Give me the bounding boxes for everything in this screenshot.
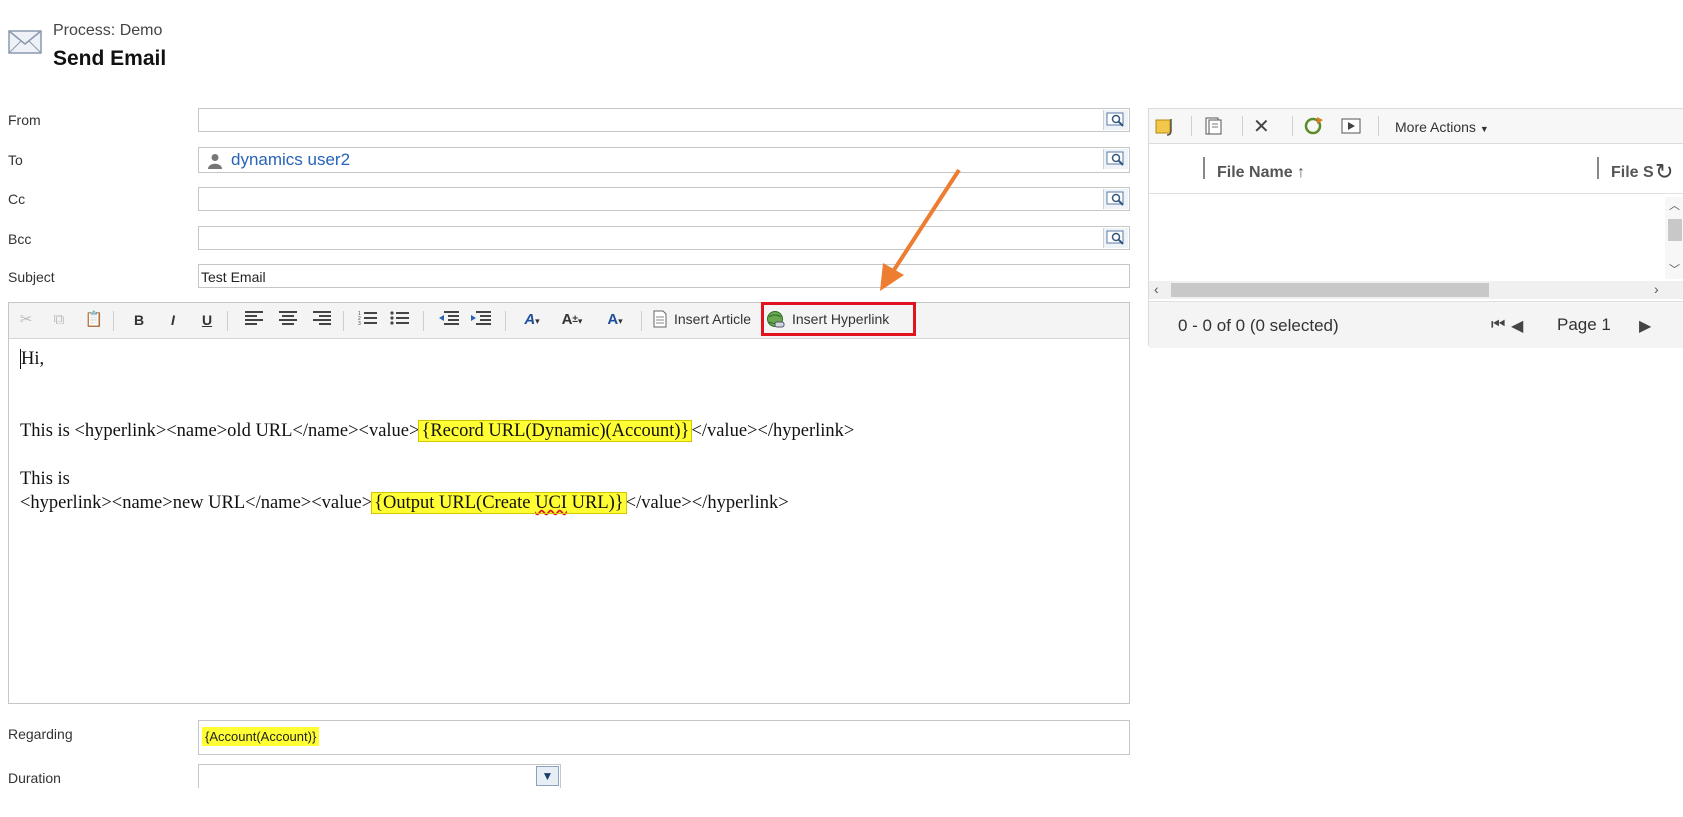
regarding-label: Regarding (8, 726, 73, 742)
from-lookup-icon[interactable] (1103, 110, 1128, 130)
horizontal-scrollbar[interactable]: ‹ › (1149, 281, 1683, 299)
scroll-down-icon: ﹀ (1669, 264, 1680, 276)
attachments-toolbar: ✕ More Actions ▼ (1149, 109, 1683, 144)
italic-button[interactable]: I (165, 310, 181, 330)
insert-hyperlink-callout-box (761, 302, 916, 336)
next-page-icon[interactable]: ▶ (1639, 316, 1651, 336)
increase-indent-icon[interactable] (469, 310, 493, 330)
duration-label: Duration (8, 770, 61, 786)
email-body-editor[interactable]: ✂ ⧉ 📋 B I U 123 A▾ A±▾ A▾ Insert Article… (8, 302, 1130, 704)
bullet-list-icon[interactable] (389, 310, 411, 330)
cc-label: Cc (8, 191, 26, 207)
to-lookup-icon[interactable] (1103, 149, 1128, 169)
output-url-placeholder[interactable]: {Output URL(Create UCI URL)} (371, 492, 627, 514)
process-label: Process: Demo (53, 22, 163, 39)
bcc-lookup-icon[interactable] (1103, 228, 1128, 248)
more-actions-button[interactable]: More Actions ▼ (1395, 119, 1489, 135)
delete-icon[interactable]: ✕ (1253, 114, 1270, 139)
duration-select[interactable]: ▼ (198, 764, 561, 788)
copy-icon[interactable]: ⧉ (49, 310, 69, 330)
align-center-icon[interactable] (277, 310, 299, 330)
cut-icon[interactable]: ✂ (17, 310, 35, 330)
refresh-icon[interactable]: ↻ (1655, 159, 1673, 185)
body-line-old-url: This is <hyperlink><name>old URL</name><… (20, 420, 855, 442)
body-line-this-is: This is (20, 469, 70, 489)
page-number: Page 1 (1557, 315, 1611, 334)
attachments-panel: ✕ More Actions ▼ File Name ↑ File S ↻ ︿ … (1148, 108, 1683, 348)
annotation-arrow (880, 168, 961, 291)
file-size-column-header[interactable]: File S (1611, 164, 1654, 182)
attach-article-icon[interactable] (1203, 116, 1223, 141)
font-color-icon[interactable]: A▾ (517, 310, 547, 330)
record-count: 0 - 0 of 0 (0 selected) (1178, 316, 1339, 335)
from-label: From (8, 112, 41, 128)
subject-value: Test Email (201, 269, 266, 285)
file-name-column-header[interactable]: File Name ↑ (1217, 164, 1305, 182)
run-icon[interactable] (1341, 116, 1361, 141)
from-field[interactable] (198, 108, 1130, 132)
scroll-right-icon: › (1654, 281, 1659, 297)
numbered-list-icon[interactable]: 123 (357, 310, 379, 330)
scroll-left-icon: ‹ (1154, 281, 1159, 297)
body-line-greeting: Hi, (20, 349, 45, 369)
attachments-footer: 0 - 0 of 0 (0 selected) ⏮ ◀ Page 1 ▶ (1149, 301, 1683, 348)
article-icon[interactable] (651, 310, 669, 330)
to-recipient-link[interactable]: dynamics user2 (231, 150, 350, 170)
page-title: Send Email (53, 47, 167, 70)
align-right-icon[interactable] (311, 310, 333, 330)
underline-button[interactable]: U (199, 310, 215, 330)
previous-page-icon[interactable]: ◀ (1511, 316, 1523, 336)
vertical-scrollbar[interactable]: ︿ ﹀ (1665, 197, 1683, 279)
scroll-up-icon: ︿ (1669, 200, 1680, 212)
to-label: To (8, 152, 23, 168)
subject-field[interactable]: Test Email (198, 264, 1130, 288)
align-left-icon[interactable] (243, 310, 265, 330)
subject-label: Subject (8, 269, 55, 285)
sort-ascending-icon: ↑ (1297, 164, 1306, 181)
regarding-field[interactable]: {Account(Account)} (198, 720, 1130, 755)
user-icon (208, 153, 222, 174)
bcc-label: Bcc (8, 231, 32, 247)
attach-file-icon[interactable] (1154, 116, 1178, 141)
font-face-icon[interactable]: A▾ (599, 310, 631, 330)
decrease-indent-icon[interactable] (437, 310, 461, 330)
font-size-icon[interactable]: A±▾ (555, 310, 589, 330)
cc-field[interactable] (198, 187, 1130, 211)
editor-toolbar: ✂ ⧉ 📋 B I U 123 A▾ A±▾ A▾ Insert Article… (9, 302, 1129, 339)
regarding-value: {Account(Account)} (202, 727, 320, 746)
record-url-placeholder[interactable]: {Record URL(Dynamic)(Account)} (418, 420, 693, 442)
email-envelope-icon (8, 26, 42, 56)
paste-icon[interactable]: 📋 (83, 310, 105, 330)
cc-lookup-icon[interactable] (1103, 189, 1128, 209)
first-page-icon[interactable]: ⏮ (1491, 316, 1505, 334)
chevron-down-icon[interactable]: ▼ (536, 766, 559, 786)
to-field[interactable]: dynamics user2 (198, 147, 1130, 173)
bcc-field[interactable] (198, 226, 1130, 250)
svg-text:3: 3 (358, 321, 361, 326)
bold-button[interactable]: B (131, 310, 147, 330)
attachments-grid-header: File Name ↑ File S ↻ (1149, 143, 1683, 194)
body-line-new-url: <hyperlink><name>new URL</name><value> {O… (20, 492, 789, 514)
insert-article-button[interactable]: Insert Article (674, 311, 751, 327)
refresh-attachments-icon[interactable] (1303, 116, 1325, 141)
